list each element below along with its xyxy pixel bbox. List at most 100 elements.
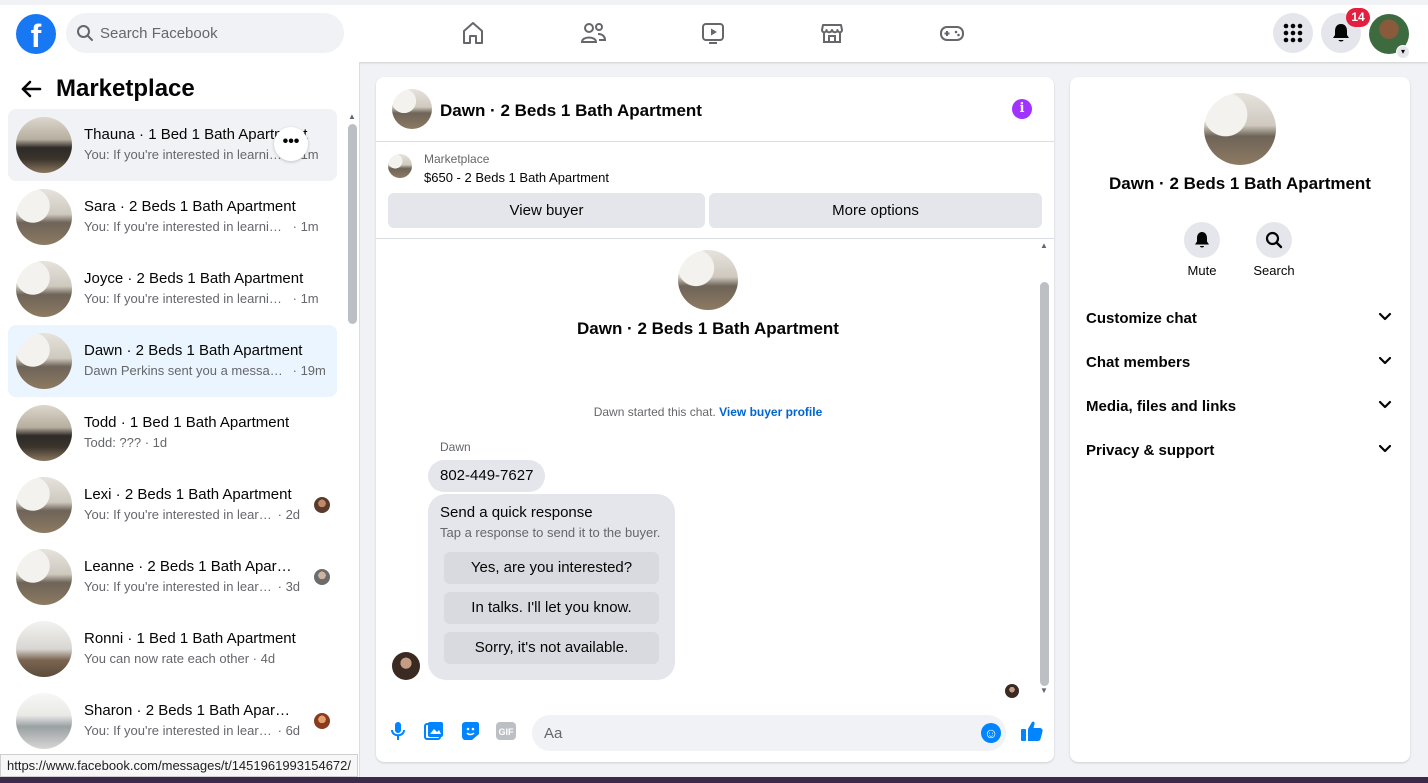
conversation-preview: You can now rate each other · 4d bbox=[84, 651, 276, 666]
message-bubble[interactable]: 802-449-7627 bbox=[428, 460, 546, 492]
mute-button[interactable] bbox=[1184, 222, 1220, 258]
top-navigation-bar: f 14 ▾ bbox=[0, 0, 1428, 62]
photo-icon[interactable] bbox=[423, 720, 445, 742]
section-label: Privacy & support bbox=[1086, 442, 1215, 459]
facebook-logo-icon[interactable]: f bbox=[16, 14, 56, 54]
conversation-preview: Dawn Perkins sent you a message about yo… bbox=[84, 363, 326, 378]
section-label: Customize chat bbox=[1086, 310, 1197, 327]
listing-thumbnail bbox=[16, 405, 72, 461]
conversation-name: Todd · 1 Bed 1 Bath Apartment bbox=[84, 414, 290, 431]
conversation-preview: You: If you're interested in learning mo… bbox=[84, 291, 319, 306]
chevron-down-icon bbox=[1378, 400, 1392, 409]
conversation-heading: Dawn · 2 Beds 1 Bath Apartment bbox=[577, 319, 839, 338]
listing-thumbnail bbox=[16, 333, 72, 389]
marketplace-icon[interactable] bbox=[816, 17, 848, 49]
scroll-up-arrow-icon[interactable]: ▲ bbox=[348, 112, 356, 121]
listing-thumbnail bbox=[16, 477, 72, 533]
message-composer[interactable]: ☺ bbox=[532, 715, 1006, 751]
notification-count-badge: 14 bbox=[1346, 8, 1370, 27]
gif-label: GIF bbox=[499, 727, 515, 737]
conversation-preview: You: If you're interested in learning mo… bbox=[84, 579, 301, 594]
view-buyer-profile-link[interactable]: View buyer profile bbox=[719, 405, 822, 419]
sidebar-scrollbar[interactable] bbox=[348, 124, 357, 324]
listing-title[interactable]: $650 - 2 Beds 1 Bath Apartment bbox=[424, 170, 609, 185]
chevron-down-icon bbox=[1378, 444, 1392, 453]
friends-icon[interactable] bbox=[577, 17, 609, 49]
scroll-up-arrow-icon[interactable]: ▲ bbox=[1040, 241, 1048, 250]
marketplace-conversations-sidebar: Marketplace Thauna · 1 Bed 1 Bath Apartm… bbox=[0, 62, 360, 783]
conversation-item[interactable]: Thauna · 1 Bed 1 Bath Apartment You: If … bbox=[8, 109, 337, 181]
conversation-name: Ronni · 1 Bed 1 Bath Apartment bbox=[84, 630, 296, 647]
conversation-options-button[interactable]: ••• bbox=[274, 127, 308, 161]
view-buyer-button[interactable]: View buyer bbox=[388, 193, 705, 228]
chat-members-section[interactable]: Chat members bbox=[1086, 347, 1394, 379]
emoji-icon[interactable]: ☺ bbox=[981, 723, 1001, 743]
microphone-icon[interactable] bbox=[387, 720, 409, 742]
back-arrow-icon[interactable] bbox=[20, 78, 42, 106]
quick-response-button[interactable]: Yes, are you interested? bbox=[444, 552, 659, 584]
listing-thumbnail bbox=[16, 621, 72, 677]
chat-started-notice: Dawn started this chat. View buyer profi… bbox=[593, 405, 823, 419]
media-files-links-section[interactable]: Media, files and links bbox=[1086, 391, 1394, 423]
search-facebook-box[interactable] bbox=[66, 13, 344, 53]
sender-avatar[interactable] bbox=[392, 652, 420, 680]
section-label: Chat members bbox=[1086, 354, 1191, 371]
privacy-support-section[interactable]: Privacy & support bbox=[1086, 435, 1394, 467]
chat-title[interactable]: Dawn · 2 Beds 1 Bath Apartment bbox=[440, 101, 702, 121]
page-title: Marketplace bbox=[56, 75, 195, 102]
watch-icon[interactable] bbox=[697, 17, 729, 49]
listing-source-label: Marketplace bbox=[424, 152, 490, 166]
chat-scrollbar[interactable] bbox=[1040, 282, 1049, 686]
conversation-item[interactable]: Lexi · 2 Beds 1 Bath Apartment You: If y… bbox=[8, 469, 337, 541]
info-panel-title: Dawn · 2 Beds 1 Bath Apartment bbox=[1109, 174, 1371, 193]
conversation-preview: You: If you're interested in learning mo… bbox=[84, 219, 319, 234]
chat-header: Dawn · 2 Beds 1 Bath Apartment i bbox=[376, 77, 1054, 142]
gaming-icon[interactable] bbox=[936, 17, 968, 49]
listing-thumbnail[interactable] bbox=[388, 154, 412, 178]
divider bbox=[376, 238, 1054, 239]
conversation-item[interactable]: Leanne · 2 Beds 1 Bath Apartment You: If… bbox=[8, 541, 337, 613]
chevron-down-icon bbox=[1378, 312, 1392, 321]
listing-thumbnail bbox=[16, 189, 72, 245]
sticker-icon[interactable] bbox=[459, 720, 481, 742]
chevron-down-icon[interactable]: ▾ bbox=[1396, 45, 1410, 59]
conversation-item-selected[interactable]: Dawn · 2 Beds 1 Bath Apartment Dawn Perk… bbox=[8, 325, 337, 397]
read-receipt-avatar bbox=[314, 497, 330, 513]
listing-thumbnail[interactable] bbox=[1204, 93, 1276, 165]
listing-thumbnail[interactable] bbox=[392, 89, 432, 129]
bell-icon bbox=[1333, 24, 1349, 42]
grid-icon bbox=[1283, 23, 1303, 43]
menu-grid-button[interactable] bbox=[1273, 13, 1313, 53]
bell-icon bbox=[1195, 232, 1209, 248]
conversation-preview: Todd: ??? · 1d bbox=[84, 435, 168, 450]
scroll-down-arrow-icon[interactable]: ▼ bbox=[1040, 686, 1048, 695]
status-url-tooltip: https://www.facebook.com/messages/t/1451… bbox=[0, 754, 358, 777]
listing-thumbnail bbox=[16, 693, 72, 749]
thumbs-up-icon[interactable] bbox=[1020, 720, 1044, 747]
gif-icon[interactable]: GIF bbox=[495, 720, 517, 742]
conversation-item[interactable]: Sharon · 2 Beds 1 Bath Apartment You: If… bbox=[8, 685, 337, 757]
chevron-down-icon bbox=[1378, 356, 1392, 365]
chat-panel: Dawn · 2 Beds 1 Bath Apartment i Marketp… bbox=[376, 77, 1054, 762]
quick-response-button[interactable]: In talks. I'll let you know. bbox=[444, 592, 659, 624]
conversation-item[interactable]: Todd · 1 Bed 1 Bath Apartment Todd: ??? … bbox=[8, 397, 337, 469]
listing-thumbnail bbox=[678, 250, 738, 310]
home-icon[interactable] bbox=[457, 17, 489, 49]
conversation-name: Leanne · 2 Beds 1 Bath Apartment bbox=[84, 558, 294, 575]
mute-label: Mute bbox=[1187, 263, 1217, 278]
conversation-item[interactable]: Sara · 2 Beds 1 Bath Apartment You: If y… bbox=[8, 181, 337, 253]
conversation-item[interactable]: Ronni · 1 Bed 1 Bath Apartment You can n… bbox=[8, 613, 337, 685]
listing-thumbnail bbox=[16, 549, 72, 605]
search-icon bbox=[1265, 231, 1283, 249]
search-facebook-input[interactable] bbox=[100, 13, 330, 53]
quick-response-subtitle: Tap a response to send it to the buyer. bbox=[440, 525, 661, 540]
more-options-button[interactable]: More options bbox=[709, 193, 1042, 228]
info-icon[interactable]: i bbox=[1012, 99, 1032, 119]
search-in-conversation-button[interactable] bbox=[1256, 222, 1292, 258]
conversation-item[interactable]: Joyce · 2 Beds 1 Bath Apartment You: If … bbox=[8, 253, 337, 325]
listing-thumbnail bbox=[16, 261, 72, 317]
message-input[interactable] bbox=[544, 715, 964, 751]
quick-response-button[interactable]: Sorry, it's not available. bbox=[444, 632, 659, 664]
customize-chat-section[interactable]: Customize chat bbox=[1086, 303, 1394, 335]
read-receipt-avatar bbox=[314, 569, 330, 585]
